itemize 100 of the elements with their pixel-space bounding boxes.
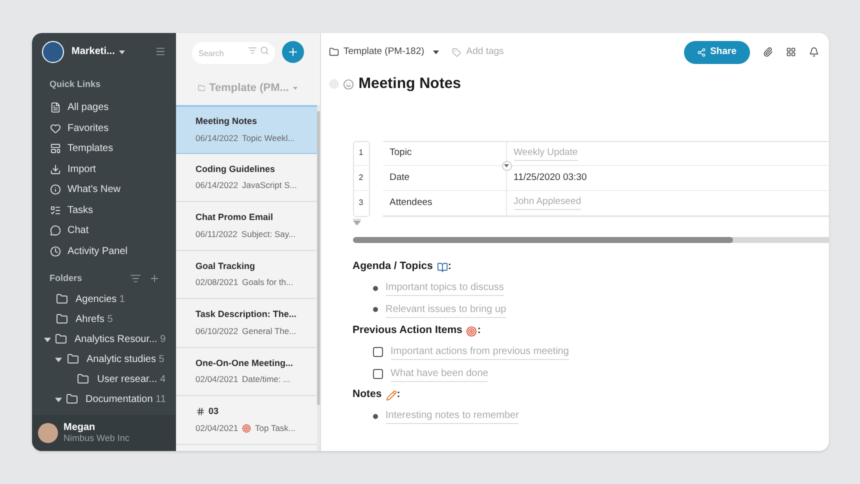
plus-icon [286, 46, 298, 58]
bullet-icon [372, 414, 378, 419]
page-date: 02/04/2021 [196, 422, 238, 434]
folder-icon [328, 47, 338, 57]
user-name: Megan [64, 422, 96, 433]
heading-colon: : [448, 259, 452, 274]
smiley-icon[interactable] [342, 78, 354, 90]
caret-icon[interactable] [118, 48, 125, 54]
page-title: Coding Guidelines [196, 162, 276, 176]
section-title: Quick Links [48, 78, 102, 91]
page-title: Goal Tracking [196, 260, 256, 273]
folder-icon [56, 293, 68, 305]
checklist-icon [50, 204, 60, 216]
folder-icon [77, 373, 90, 385]
nav-item[interactable]: Tasks [68, 202, 94, 218]
workspace-name[interactable]: Marketi... [72, 44, 115, 59]
bullet-icon [372, 307, 378, 312]
page-snippet: Goals for th... [242, 276, 294, 289]
checkbox[interactable] [372, 368, 382, 379]
add-page-button[interactable] [282, 41, 304, 63]
book-icon [436, 262, 448, 273]
page-snippet: Date/time: ... [242, 373, 290, 386]
page-date: 02/08/2021 [196, 276, 238, 289]
page-title: Task Description: The... [196, 308, 296, 322]
number-icon [196, 407, 204, 416]
section-heading: Agenda / Topics [352, 259, 433, 274]
page-snippet: JavaScript S... [242, 179, 297, 192]
page-date: 02/04/2021 [196, 373, 238, 386]
nav-item[interactable]: Activity Panel [68, 244, 128, 259]
organization-name: Nimbus Web Inc [64, 433, 130, 444]
expand-caret-icon[interactable] [44, 336, 50, 342]
target-icon [466, 326, 478, 337]
folder-icon [198, 83, 206, 93]
nav-item[interactable]: Import [68, 162, 96, 177]
page-date: 06/11/2022 [196, 228, 238, 240]
heading-colon: : [477, 323, 481, 338]
folder-item[interactable]: Ahrefs 5 [76, 312, 113, 326]
menu-icon[interactable] [154, 46, 166, 57]
folder-icon [56, 313, 68, 325]
section-heading: Previous Action Items [352, 323, 462, 338]
paperclip-icon[interactable] [762, 47, 772, 57]
folder-item[interactable]: Agencies 1 [76, 292, 125, 306]
page-title: Meeting Notes [196, 115, 258, 128]
share-icon [697, 48, 706, 56]
nav-item[interactable]: Favorites [68, 120, 109, 136]
heart-icon [50, 122, 60, 134]
page-snippet: General The... [242, 324, 296, 338]
sort-icon[interactable] [130, 272, 140, 284]
pencil-icon [386, 390, 397, 401]
expand-caret-icon[interactable] [54, 396, 62, 402]
row-number: 3 [358, 196, 364, 209]
user-footer[interactable]: Megan Nimbus Web Inc [32, 415, 176, 451]
folder-item[interactable]: Analytics Resour... 9 [74, 332, 166, 346]
folder-icon [66, 353, 78, 365]
workspace-avatar[interactable] [42, 40, 64, 62]
download-icon [50, 164, 60, 175]
avatar-placeholder [38, 423, 58, 443]
chat-icon [50, 225, 60, 236]
nav-item[interactable]: All pages [68, 100, 109, 116]
nav-item[interactable]: Chat [68, 223, 89, 238]
table-cell[interactable]: 11/25/2020 03:30 [514, 170, 587, 186]
tag-icon [452, 48, 462, 56]
clock-icon [50, 246, 60, 257]
nav-item[interactable]: Templates [68, 141, 114, 156]
page-title: One-On-One Meeting... [196, 356, 294, 370]
expand-icon[interactable] [502, 160, 512, 170]
page-list-item[interactable]: Meeting Notes 06/14/2022 Topic Weekl... [176, 105, 317, 154]
table-cell: Attendees [382, 190, 506, 215]
bullet-icon [372, 286, 378, 291]
page-snippet: Top Task... [255, 422, 296, 434]
folder-item[interactable]: Analytic studies 5 [86, 352, 164, 366]
folder-icon [54, 333, 66, 345]
section-heading: Notes [352, 387, 382, 402]
page-snippet: Topic Weekl... [242, 132, 295, 144]
section-title: Folders [50, 272, 84, 284]
info-icon [50, 184, 60, 196]
nav-item[interactable]: What's New [68, 182, 121, 198]
breadcrumb[interactable]: Template (PM-182) [344, 44, 424, 60]
caret-icon[interactable] [433, 49, 440, 55]
bell-icon[interactable] [808, 47, 818, 57]
page-title: Chat Promo Email [196, 211, 274, 224]
layout-icon [50, 143, 60, 154]
document-icon [50, 102, 60, 114]
page-snippet: Subject: Say... [241, 228, 296, 240]
folder-icon [66, 393, 78, 405]
page-date: 06/14/2022 [196, 132, 238, 144]
add-icon[interactable] [148, 272, 160, 284]
heading-colon: : [396, 387, 400, 402]
page-title: 03 [208, 405, 219, 418]
expand-caret-icon[interactable] [54, 356, 62, 362]
page-date: 06/14/2022 [196, 179, 238, 192]
target-icon [242, 424, 252, 432]
row-number: 2 [354, 166, 368, 190]
share-button[interactable]: Share [684, 40, 750, 64]
page-date: 06/10/2022 [196, 324, 238, 338]
checkbox[interactable] [372, 347, 382, 358]
folder-item[interactable]: User resear... 4 [97, 372, 166, 386]
grid-icon[interactable] [786, 47, 796, 57]
page-title: Meeting Notes [358, 74, 462, 94]
folder-item[interactable]: Documentation 11 [86, 392, 166, 406]
